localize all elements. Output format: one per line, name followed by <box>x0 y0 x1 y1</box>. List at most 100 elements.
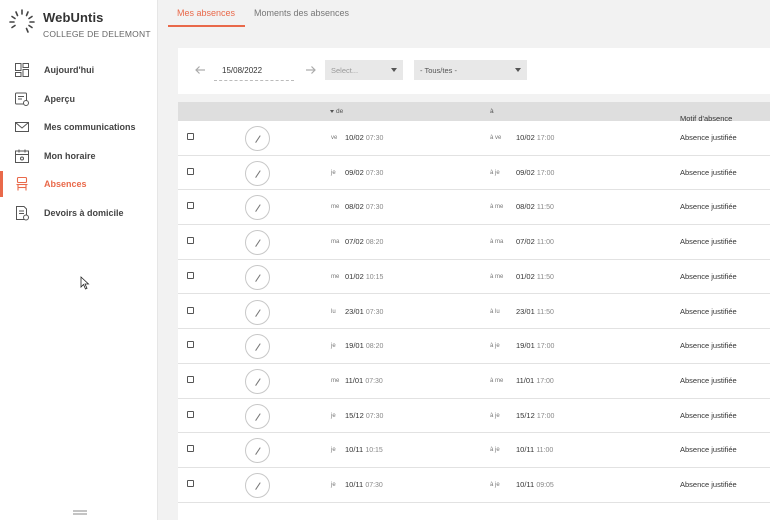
to-datetime: 07/02 11:00 <box>516 237 554 246</box>
to-datetime: 19/01 17:00 <box>516 341 554 350</box>
to-day: à je <box>490 412 500 419</box>
to-datetime: 10/02 17:00 <box>516 133 554 142</box>
absence-reason: Absence justifiée <box>680 237 737 247</box>
row-checkbox[interactable] <box>187 237 194 245</box>
to-day: à je <box>490 169 500 176</box>
column-header-de[interactable]: de <box>330 108 343 115</box>
pencil-icon <box>255 170 261 178</box>
to-date: 01/02 <box>516 271 535 281</box>
table-row[interactable]: je 19/01 08:20 à je 19/01 17:00 Absence just… <box>178 329 770 364</box>
column-header-a[interactable]: à <box>490 108 494 115</box>
tab-mes-absences[interactable]: Mes absences <box>177 8 235 18</box>
edit-button[interactable] <box>245 368 270 394</box>
sidebar-item-communications[interactable]: Mes communications <box>0 113 158 142</box>
edit-button[interactable] <box>245 299 270 325</box>
from-date: 10/11 <box>345 445 364 455</box>
table-row[interactable]: me 08/02 07:30 à me 08/02 11:50 Absence just… <box>178 190 770 226</box>
edit-button[interactable] <box>245 230 270 256</box>
from-day: me <box>331 377 340 384</box>
from-day: me <box>331 204 340 211</box>
row-checkbox[interactable] <box>187 271 194 279</box>
from-datetime: 19/01 08:20 <box>345 341 383 350</box>
table-row[interactable]: lu 23/01 07:30 à lu 23/01 11:50 Absence just… <box>178 294 770 330</box>
pencil-icon <box>255 204 261 213</box>
to-time: 17:00 <box>536 377 554 385</box>
table-row[interactable]: ma 07/02 08:20 à ma 07/02 11:00 Absence just… <box>178 225 770 260</box>
from-datetime: 08/02 07:30 <box>345 202 383 211</box>
to-day: à me <box>490 377 504 384</box>
row-checkbox[interactable] <box>187 133 194 140</box>
sidebar-item-label: Aujourd'hui <box>44 65 95 75</box>
row-checkbox[interactable] <box>187 410 194 418</box>
to-time: 17:00 <box>536 135 555 142</box>
to-time: 17:00 <box>536 412 555 420</box>
absence-reason: Absence justifiée <box>680 271 737 281</box>
caret-down-icon <box>391 68 397 72</box>
to-datetime: 23/01 11:50 <box>516 307 554 316</box>
sidebar-item-aujourdhui[interactable]: Aujourd'hui <box>0 56 158 85</box>
webuntis-logo-icon <box>9 9 35 33</box>
edit-button[interactable] <box>245 473 270 498</box>
table-row[interactable]: je 10/11 10:15 à je 10/11 11:00 Absence just… <box>178 433 770 468</box>
from-datetime: 15/12 07:30 <box>345 411 383 420</box>
to-date: 07/02 <box>516 237 535 247</box>
from-time: 07:30 <box>365 135 384 142</box>
edit-button[interactable] <box>245 264 270 290</box>
row-checkbox[interactable] <box>187 202 194 210</box>
sidebar-item-apercu[interactable]: Aperçu <box>0 85 158 114</box>
row-checkbox[interactable] <box>187 306 194 314</box>
brand-school: COLLEGE DE DELEMONT <box>43 29 151 39</box>
from-date: 01/02 <box>345 271 364 281</box>
sidebar-item-label: Devoirs à domicile <box>44 207 124 218</box>
to-time: 17:00 <box>536 343 555 351</box>
from-datetime: 11/01 07:30 <box>345 376 383 385</box>
from-datetime: 10/02 07:30 <box>345 133 383 142</box>
row-checkbox[interactable] <box>187 167 194 175</box>
sidebar-item-devoirs[interactable]: Devoirs à domicile <box>0 199 158 228</box>
edit-button[interactable] <box>245 160 270 186</box>
to-date: 10/11 <box>516 480 535 489</box>
row-checkbox[interactable] <box>187 445 194 453</box>
tab-bar: Mes absences Moments des absences <box>158 0 770 28</box>
to-time: 11:00 <box>536 447 554 455</box>
row-checkbox[interactable] <box>187 375 194 383</box>
to-time: 09:05 <box>536 482 554 489</box>
tab-moments-des-absences[interactable]: Moments des absences <box>254 8 349 18</box>
edit-button[interactable] <box>245 438 270 464</box>
edit-button[interactable] <box>245 403 270 429</box>
date-input[interactable]: 15/08/2022 <box>214 61 294 81</box>
sidebar-item-horaire[interactable]: Mon horaire <box>0 142 158 171</box>
row-checkbox[interactable] <box>187 341 194 349</box>
table-row[interactable]: me 01/02 10:15 à me 01/02 11:50 Absence just… <box>178 259 770 295</box>
pencil-icon <box>255 482 261 490</box>
select-dropdown[interactable]: Select... <box>325 60 403 80</box>
sidebar-item-label: Mes communications <box>44 122 136 132</box>
status-dropdown[interactable]: - Tous/tes - <box>414 60 527 80</box>
next-arrow-icon[interactable] <box>305 65 317 75</box>
table-row[interactable]: me 11/01 07:30 à me 11/01 17:00 Absence just… <box>178 363 770 399</box>
homework-icon <box>16 205 29 220</box>
table-row[interactable]: je 10/11 07:30 à je 10/11 09:05 Absence just… <box>178 468 770 503</box>
edit-button[interactable] <box>245 126 270 151</box>
edit-button[interactable] <box>245 334 270 360</box>
row-checkbox[interactable] <box>187 480 194 487</box>
select-placeholder: Select... <box>331 66 359 75</box>
table-row[interactable]: je 15/12 07:30 à je 15/12 17:00 Absence just… <box>178 398 770 434</box>
table-row[interactable]: je 09/02 07:30 à je 09/02 17:00 Absence just… <box>178 155 770 191</box>
sidebar-item-absences[interactable]: Absences <box>0 170 158 199</box>
to-date: 11/01 <box>516 375 535 385</box>
from-date: 08/02 <box>345 202 364 212</box>
collapse-handle-icon[interactable] <box>73 510 87 515</box>
from-day: ma <box>331 239 340 246</box>
from-time: 10:15 <box>365 447 383 455</box>
edit-button[interactable] <box>245 195 270 221</box>
previous-arrow-icon[interactable] <box>194 65 206 75</box>
absence-reason: Absence justifiée <box>680 133 737 142</box>
table-row[interactable]: ve 10/02 07:30 à ve 10/02 17:00 Absence just… <box>178 121 770 156</box>
sidebar-item-label: Aperçu <box>44 93 76 104</box>
from-date: 19/01 <box>345 341 364 351</box>
brand[interactable]: WebUntis COLLEGE DE DELEMONT <box>8 8 158 44</box>
from-time: 08:20 <box>365 343 384 351</box>
to-date: 19/01 <box>516 341 535 351</box>
to-date: 10/11 <box>516 445 535 455</box>
